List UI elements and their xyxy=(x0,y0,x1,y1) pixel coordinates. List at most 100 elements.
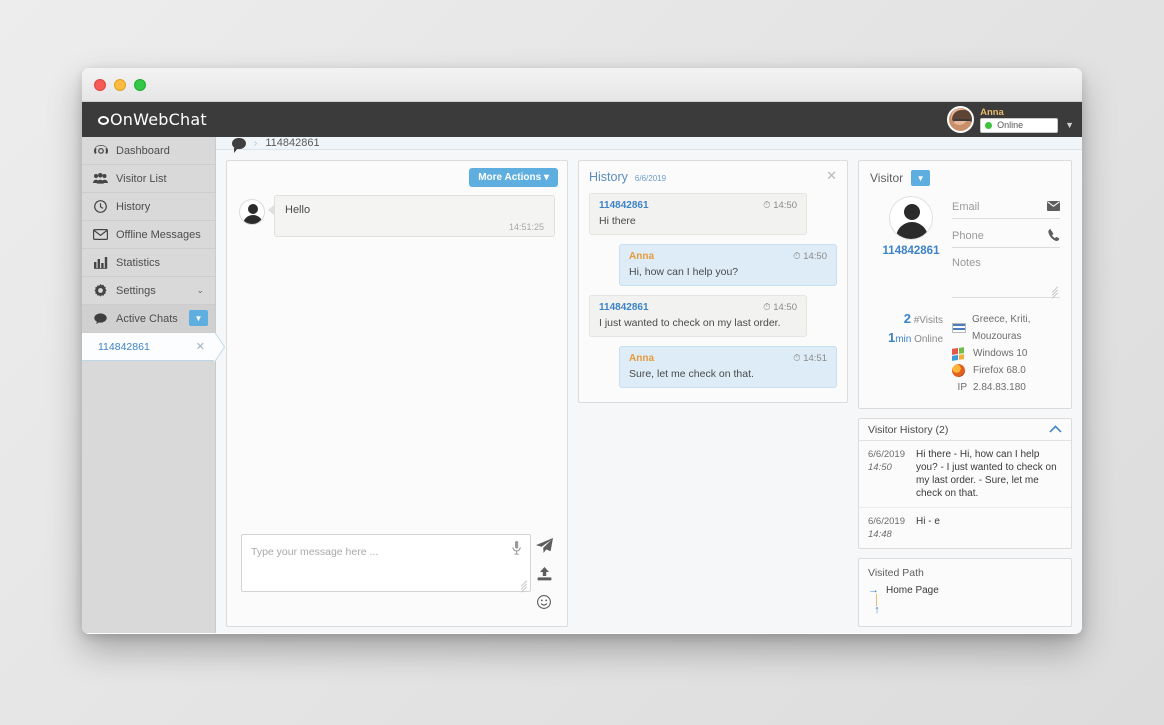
history-message-text: Sure, let me check on that. xyxy=(629,368,827,380)
visitor-history-panel: Visitor History (2) 6/6/2019 14:50 Hi th… xyxy=(858,418,1072,549)
phone-field[interactable]: Phone xyxy=(952,225,1060,248)
sidebar-item-label: Settings xyxy=(116,285,156,297)
app-header: OnWebChat Anna Online ▼ xyxy=(82,102,1082,137)
sidebar-active-chat-label: 114842861 xyxy=(98,341,150,353)
firefox-icon xyxy=(952,364,967,377)
microphone-icon[interactable] xyxy=(512,541,521,560)
chat-message: Hello 14:51:25 xyxy=(239,195,555,237)
location-row: Greece, Kriti, Mouzouras xyxy=(952,311,1060,345)
sidebar-item-settings[interactable]: Settings ⌄ xyxy=(82,277,215,305)
visitor-history-title: Visitor History (2) xyxy=(868,424,948,436)
visitor-history-time: 14:48 xyxy=(868,528,916,541)
chevron-up-icon[interactable] xyxy=(1049,424,1062,436)
visitor-history-header[interactable]: Visitor History (2) xyxy=(859,419,1071,441)
sidebar-item-statistics[interactable]: Statistics xyxy=(82,249,215,277)
avatar xyxy=(889,196,933,240)
chat-panel: More Actions ▾ Hello 14:51:25 xyxy=(226,160,568,627)
close-icon[interactable]: ✕ xyxy=(826,168,837,184)
visitor-history-date: 6/6/2019 xyxy=(868,515,916,528)
user-menu[interactable]: Anna Online ▼ xyxy=(947,102,1074,137)
window-minimize-button[interactable] xyxy=(114,79,126,91)
status-label: Online xyxy=(997,120,1023,130)
visitor-history-date: 6/6/2019 xyxy=(868,448,916,461)
ip-label: IP xyxy=(952,379,967,396)
notes-field[interactable]: Notes xyxy=(952,254,1060,298)
sidebar-item-active-chats[interactable]: Active Chats ▼ xyxy=(82,305,215,333)
chat-bubble-icon xyxy=(232,138,246,149)
upload-icon[interactable] xyxy=(537,567,552,586)
resize-handle[interactable] xyxy=(520,581,528,589)
more-actions-button[interactable]: More Actions ▾ xyxy=(469,168,558,187)
history-message: 114842861 ⏱ 14:50 Hi there xyxy=(589,193,807,235)
close-icon[interactable]: ✕ xyxy=(196,340,205,353)
history-message-text: Hi there xyxy=(599,215,797,227)
emoji-icon[interactable] xyxy=(537,595,551,614)
visits-stat: 2 #Visits xyxy=(870,311,943,326)
sidebar: Dashboard Visitor List History Offline M… xyxy=(82,137,216,633)
visitor-history-row[interactable]: 6/6/2019 14:48 Hi - e xyxy=(859,508,1071,548)
sidebar-item-label: Visitor List xyxy=(116,173,167,185)
window-close-button[interactable] xyxy=(94,79,106,91)
ip-text: 2.84.83.180 xyxy=(973,379,1026,396)
sidebar-item-label: Dashboard xyxy=(116,145,170,157)
history-message-time: ⏱ 14:51 xyxy=(793,353,827,364)
sidebar-item-history[interactable]: History xyxy=(82,193,215,221)
arrow-up-icon: ↑ xyxy=(868,605,886,616)
resize-handle[interactable] xyxy=(1051,287,1059,295)
sidebar-item-offline-messages[interactable]: Offline Messages xyxy=(82,221,215,249)
message-input[interactable]: Type your message here ... xyxy=(241,534,531,592)
phone-icon xyxy=(1048,229,1060,244)
avatar[interactable] xyxy=(947,106,974,133)
history-message-text: I just wanted to check on my last order. xyxy=(599,317,797,329)
status-select[interactable]: Online xyxy=(980,118,1058,133)
visited-path-title: Visited Path xyxy=(868,567,1062,579)
history-message: Anna ⏱ 14:51 Sure, let me check on that. xyxy=(619,346,837,388)
visitor-stats: 2 #Visits 1min Online xyxy=(870,311,952,396)
sidebar-item-label: Statistics xyxy=(116,257,160,269)
send-icon[interactable] xyxy=(536,538,553,558)
breadcrumb-current: 114842861 xyxy=(265,137,319,149)
panels: More Actions ▾ Hello 14:51:25 xyxy=(216,150,1082,634)
history-message-sender: Anna xyxy=(629,251,654,262)
app-body: Dashboard Visitor List History Offline M… xyxy=(82,137,1082,633)
history-message: 114842861 ⏱ 14:50 I just wanted to check… xyxy=(589,295,807,337)
window-maximize-button[interactable] xyxy=(134,79,146,91)
sidebar-item-dashboard[interactable]: Dashboard xyxy=(82,137,215,165)
online-unit: min xyxy=(895,334,911,345)
users-icon xyxy=(92,173,109,184)
history-message-sender: 114842861 xyxy=(599,200,649,211)
browser-text: Firefox 68.0 xyxy=(973,362,1026,379)
envelope-icon xyxy=(1047,201,1060,214)
visited-path-panel: Visited Path → Home Page │ ↑ xyxy=(858,558,1072,627)
dashboard-icon xyxy=(92,145,109,156)
flag-icon xyxy=(952,323,966,333)
visitor-meta: Greece, Kriti, Mouzouras Windows 10 Fire… xyxy=(952,311,1060,396)
logo-bubble-icon xyxy=(98,116,109,125)
os-row: Windows 10 xyxy=(952,345,1060,362)
app-logo[interactable]: OnWebChat xyxy=(82,110,207,129)
history-header: History 6/6/2019 xyxy=(589,170,837,184)
sidebar-item-visitor-list[interactable]: Visitor List xyxy=(82,165,215,193)
history-panel: History 6/6/2019 ✕ 114842861 ⏱ 14:50 Hi … xyxy=(578,160,848,403)
visitor-history-text: Hi - e xyxy=(916,515,1062,541)
history-message-time: ⏱ 14:50 xyxy=(763,200,797,211)
chevron-down-icon[interactable]: ▼ xyxy=(1065,120,1074,130)
composer-tools xyxy=(531,534,557,614)
chat-bubble-icon xyxy=(92,313,109,324)
history-message-sender: 114842861 xyxy=(599,302,649,313)
sidebar-item-label: Offline Messages xyxy=(116,229,201,241)
visitor-toggle-button[interactable]: ▼ xyxy=(911,170,930,186)
gear-icon xyxy=(92,284,109,297)
visitor-id: 114842861 xyxy=(870,245,952,257)
visited-path-entry[interactable]: → Home Page xyxy=(868,584,1062,596)
email-field[interactable]: Email xyxy=(952,196,1060,219)
sidebar-active-chat-tab[interactable]: 114842861 ✕ xyxy=(82,333,215,361)
status-dot-icon xyxy=(985,122,992,129)
active-chats-toggle-button[interactable]: ▼ xyxy=(189,310,208,326)
visitor-history-row[interactable]: 6/6/2019 14:50 Hi there - Hi, how can I … xyxy=(859,441,1071,508)
history-message-time: ⏱ 14:50 xyxy=(793,251,827,262)
visitor-history-text: Hi there - Hi, how can I help you? - I j… xyxy=(916,448,1062,500)
windows-icon xyxy=(952,348,967,360)
logo-text: OnWebChat xyxy=(110,110,207,129)
clock-icon xyxy=(92,200,109,213)
